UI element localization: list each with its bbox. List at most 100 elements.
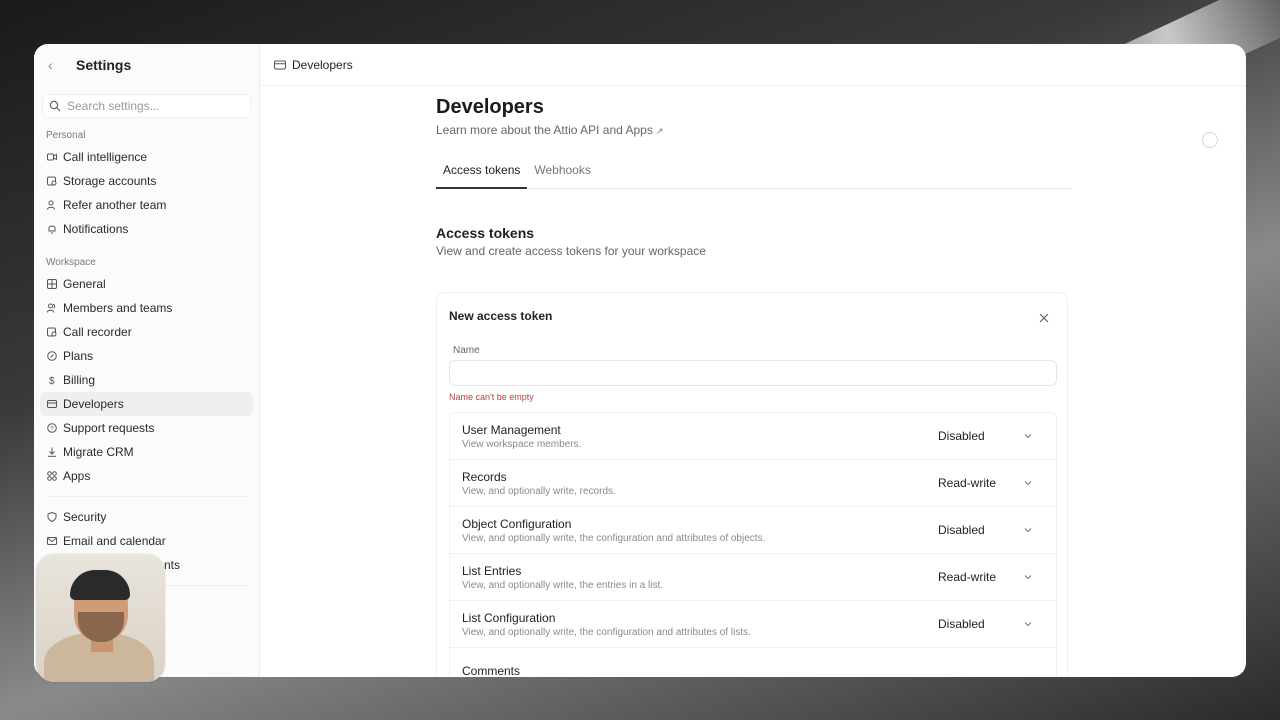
- sidebar-item-label: Billing: [63, 373, 96, 387]
- permission-value: Read-write: [938, 570, 997, 584]
- users-icon: [47, 200, 55, 210]
- webcam-person-cap: [70, 570, 130, 600]
- permission-row: Comments: [450, 648, 1056, 677]
- main-panel: Developers Developers Learn more about t…: [260, 44, 1246, 677]
- permission-row: List Configuration View, and optionally …: [450, 601, 1056, 648]
- apps-icon: [47, 471, 57, 481]
- webcam-overlay: [36, 554, 165, 682]
- permission-value: Read-write: [938, 476, 997, 490]
- settings-window: ‹ Settings Personal Call intelligence St…: [34, 44, 1246, 677]
- permission-select[interactable]: Read-write: [938, 570, 1048, 584]
- sidebar-item-call-intelligence[interactable]: Call intelligence: [40, 145, 253, 169]
- chevron-down-icon: [1024, 434, 1032, 439]
- sidebar-item-label: Storage accounts: [63, 174, 157, 188]
- chevron-down-icon: [1024, 575, 1032, 580]
- external-link-icon: ↗: [655, 126, 664, 136]
- tab-bar: Access tokens Webhooks: [436, 159, 1072, 189]
- sidebar-item-label: Call recorder: [63, 325, 132, 339]
- permission-row: Object Configuration View, and optionall…: [450, 507, 1056, 554]
- permission-value: Disabled: [938, 617, 985, 631]
- card-title: New access token: [449, 309, 553, 323]
- plans-icon: [47, 351, 57, 361]
- sidebar-item-label: Refer another team: [63, 198, 167, 212]
- chevron-down-icon: [1024, 481, 1032, 486]
- sidebar-item-migrate-crm[interactable]: Migrate CRM: [40, 440, 253, 464]
- sidebar-item-label: Support requests: [63, 421, 155, 435]
- help-icon: ?: [47, 423, 57, 433]
- permission-select[interactable]: Disabled: [938, 523, 1048, 537]
- shield-icon: [47, 512, 57, 522]
- developers-icon: [47, 400, 57, 408]
- tab-webhooks[interactable]: Webhooks: [527, 159, 597, 188]
- sidebar-item-support-requests[interactable]: ? Support requests: [40, 416, 253, 440]
- page-title: Developers: [436, 96, 544, 118]
- tab-access-tokens[interactable]: Access tokens: [436, 159, 528, 189]
- permission-row: List Entries View, and optionally write,…: [450, 554, 1056, 601]
- permission-text: Comments: [462, 664, 1056, 677]
- dollar-icon: $: [49, 376, 55, 385]
- section-title: Access tokens: [436, 225, 535, 241]
- recorder-icon: [47, 327, 57, 337]
- permission-select[interactable]: Read-write: [938, 476, 1048, 490]
- search-input[interactable]: [67, 99, 227, 113]
- sidebar-item-call-recorder[interactable]: Call recorder: [40, 320, 253, 344]
- sidebar-item-storage-accounts[interactable]: Storage accounts: [40, 169, 253, 193]
- sidebar-item-email-and-calendar[interactable]: Email and calendar: [40, 529, 253, 553]
- sidebar-item-label: Notifications: [63, 222, 129, 236]
- permissions-list: User Management View workspace members. …: [449, 412, 1057, 677]
- sidebar-item-label: Plans: [63, 349, 94, 363]
- scroll-indicator[interactable]: [1202, 132, 1218, 148]
- sidebar-item-label: Apps: [63, 469, 91, 483]
- validation-error: Name can't be empty: [449, 392, 534, 402]
- new-token-card: New access token Name Name can't be empt…: [436, 292, 1068, 677]
- sidebar-item-label: Email and calendar: [63, 534, 166, 548]
- section-label-workspace: Workspace: [46, 257, 96, 268]
- video-icon: [47, 153, 57, 161]
- sidebar-item-label: General: [63, 277, 106, 291]
- section-label-personal: Personal: [46, 130, 86, 141]
- bell-icon: [48, 225, 56, 234]
- sidebar-item-notifications[interactable]: Notifications: [40, 217, 253, 241]
- page-subtitle[interactable]: Learn more about the Attio API and Apps: [436, 123, 653, 137]
- token-name-input[interactable]: [449, 360, 1057, 386]
- sidebar-item-label: Security: [63, 510, 107, 524]
- search-icon: [49, 100, 61, 112]
- name-field-label: Name: [453, 345, 480, 356]
- back-chevron-icon[interactable]: ‹: [48, 57, 76, 73]
- sidebar-item-security[interactable]: Security: [40, 505, 253, 529]
- chevron-down-icon: [1024, 528, 1032, 533]
- sidebar-item-label: Call intelligence: [63, 150, 148, 164]
- grid-icon: [47, 279, 57, 289]
- sidebar-item-refer-another-team[interactable]: Refer another team: [40, 193, 253, 217]
- content-area: Developers Learn more about the Attio AP…: [436, 96, 1072, 677]
- mail-icon: [47, 537, 57, 545]
- permission-select[interactable]: Disabled: [938, 617, 1048, 631]
- sidebar-header: ‹ Settings: [34, 44, 259, 86]
- sidebar-item-plans[interactable]: Plans: [40, 344, 253, 368]
- storage-icon: [47, 176, 57, 186]
- developers-icon: [274, 60, 286, 69]
- sidebar-item-label: Developers: [63, 397, 124, 411]
- download-icon: [48, 447, 56, 457]
- page-subtitle-link[interactable]: Learn more about the Attio API and Apps ↗: [436, 123, 1072, 137]
- permission-select[interactable]: Disabled: [938, 429, 1048, 443]
- search-box[interactable]: [42, 94, 251, 118]
- sidebar-item-billing[interactable]: $ Billing: [40, 368, 253, 392]
- svg-text:$: $: [49, 376, 55, 385]
- sidebar-item-label: Migrate CRM: [63, 445, 134, 459]
- chevron-down-icon: [1024, 622, 1032, 627]
- sidebar-item-general[interactable]: General: [40, 272, 253, 296]
- breadcrumb: Developers: [260, 44, 1246, 86]
- sidebar-item-apps[interactable]: Apps: [40, 464, 253, 488]
- sidebar-title: Settings: [76, 57, 132, 73]
- permission-row: User Management View workspace members. …: [450, 413, 1056, 460]
- users-icon: [47, 303, 56, 313]
- permission-row: Records View, and optionally write, reco…: [450, 460, 1056, 507]
- permission-value: Disabled: [938, 429, 985, 443]
- sidebar-item-label: nts: [164, 558, 181, 572]
- sidebar-item-members-and-teams[interactable]: Members and teams: [40, 296, 253, 320]
- section-subtitle: View and create access tokens for your w…: [436, 244, 706, 258]
- close-icon[interactable]: [1039, 313, 1049, 323]
- permission-name: Comments: [462, 664, 521, 677]
- sidebar-item-developers[interactable]: Developers: [40, 392, 253, 416]
